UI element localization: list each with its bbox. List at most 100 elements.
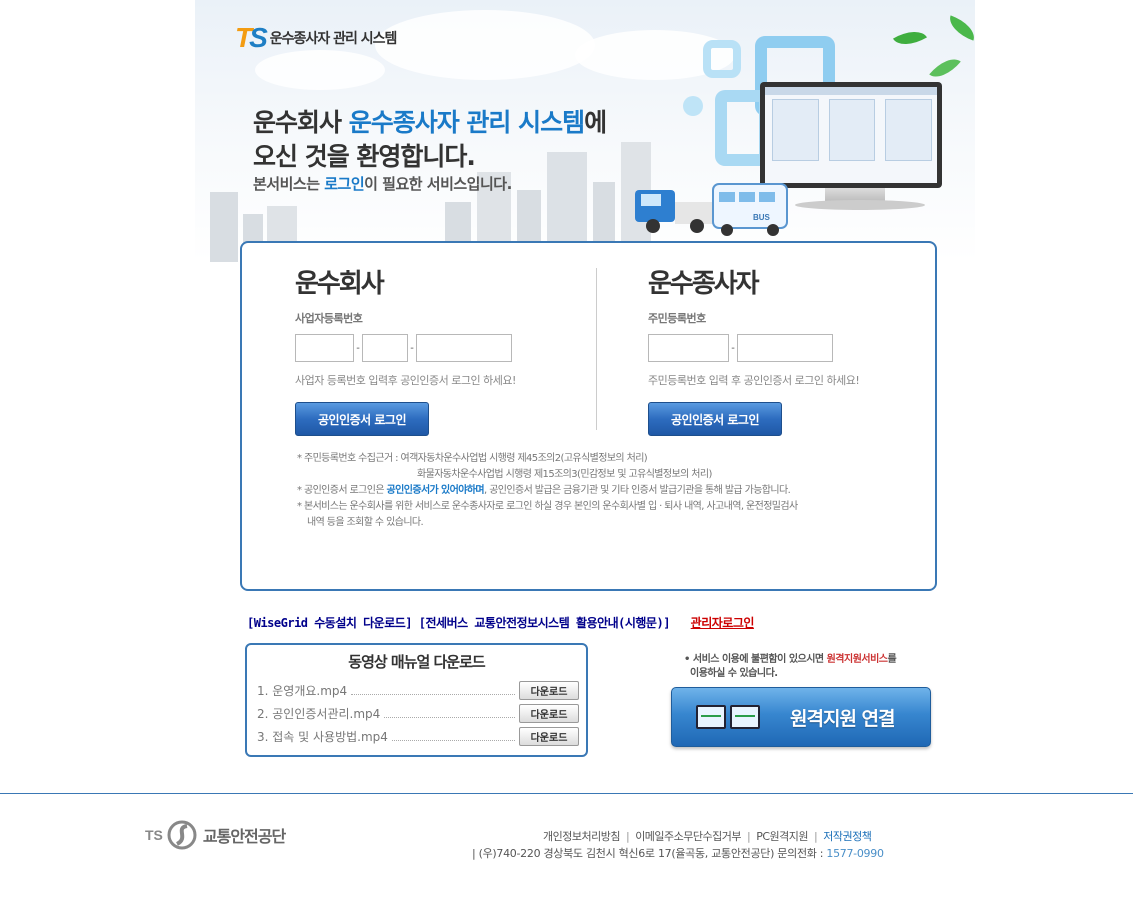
list-item: 1. 운영개요.mp4 다운로드: [257, 681, 579, 700]
business-number-part3-input[interactable]: [416, 334, 512, 362]
video-file-name: 2. 공인인증서관리.mp4: [257, 707, 381, 721]
separator: |: [814, 830, 818, 843]
remote-support-note: • 서비스 이용에 불편함이 있으시면 원격지원서비스를 이용하실 수 있습니다…: [684, 653, 897, 681]
leaf-decoration: [945, 15, 975, 41]
dotted-leader: [384, 709, 515, 718]
welcome-prefix: 운수회사: [253, 108, 349, 137]
video-manual-panel: 동영상 매뉴얼 다운로드 1. 운영개요.mp4 다운로드 2. 공인인증서관리…: [245, 643, 588, 757]
separator: |: [747, 830, 751, 843]
header-banner: BUS T S 운수종사자 관리 시스템 운수회사 운수종사자 관리 시스템에 …: [195, 0, 975, 262]
video-manual-title: 동영상 매뉴얼 다운로드: [348, 653, 485, 671]
privacy-policy-link[interactable]: 개인정보처리방침: [543, 830, 620, 843]
address-text: | (우)740-220 경상북도 김천시 혁신6로 17(율곡동, 교통안전공…: [472, 847, 827, 860]
company-title: 운수회사: [295, 269, 385, 299]
welcome-suffix: 에: [584, 108, 607, 137]
monitor-base: [795, 200, 925, 210]
wisegrid-download-link[interactable]: [WiseGrid 수동설치 다운로드]: [247, 616, 413, 630]
driver-cert-login-button[interactable]: 공인인증서 로그인: [648, 402, 782, 436]
service-suffix: 이 필요한 서비스입니다.: [364, 175, 512, 193]
dotted-leader: [351, 686, 515, 695]
footer-logo-name: 교통안전공단: [202, 827, 286, 846]
business-number-part2-input[interactable]: [362, 334, 408, 362]
logo-title: 운수종사자 관리 시스템: [269, 31, 398, 47]
monitor-icon: [696, 705, 726, 729]
login-panel: 운수회사 사업자등록번호 - - 사업자 등록번호 입력후 공인인증서 로그인 …: [240, 241, 937, 591]
dash-separator: -: [356, 342, 360, 354]
remote-note-text: • 서비스 이용에 불편함이 있으시면: [684, 654, 827, 665]
building-decoration: [210, 192, 238, 262]
square-decoration: [683, 96, 703, 116]
download-button[interactable]: 다운로드: [519, 704, 579, 723]
notice-text: , 공인인증서 발급은 금융기관 및 기타 인증서 발급기관을 통해 발급 가능…: [484, 485, 791, 496]
monitor-icon: [730, 705, 760, 729]
driver-login-section: 운수종사자 주민등록번호 - 주민등록번호 입력 후 공인인증서 로그인 하세요…: [648, 263, 860, 436]
footer-links: 개인정보처리방침 | 이메일주소무단수집거부 | PC원격지원 | 저작권정책: [543, 828, 872, 844]
company-hint: 사업자 등록번호 입력후 공인인증서 로그인 하세요!: [295, 374, 516, 387]
leaf-decoration: [929, 51, 961, 85]
footer-address: | (우)740-220 경상북도 김천시 혁신6로 17(율곡동, 교통안전공…: [472, 845, 884, 861]
notice-strong: 공인인증서가 있어야하며: [386, 485, 485, 496]
site-logo[interactable]: T S 운수종사자 관리 시스템: [235, 22, 398, 54]
welcome-heading: 운수회사 운수종사자 관리 시스템에 오신 것을 환영합니다.: [253, 106, 607, 174]
svg-text:BUS: BUS: [753, 213, 771, 222]
list-item: 2. 공인인증서관리.mp4 다운로드: [257, 704, 579, 723]
dash-separator: -: [731, 342, 735, 354]
resident-number-inputs: -: [648, 334, 859, 362]
guide-link[interactable]: [전세버스 교통안전정보시스템 활용안내(시행문)]: [419, 616, 671, 630]
driver-title: 운수종사자: [648, 269, 760, 299]
driver-hint: 주민등록번호 입력 후 공인인증서 로그인 하세요!: [648, 374, 860, 387]
cloud-decoration: [375, 10, 595, 80]
resident-number-part2-input[interactable]: [737, 334, 833, 362]
list-item: 3. 접속 및 사용방법.mp4 다운로드: [257, 727, 579, 746]
truck-bus-illustration: BUS: [635, 183, 788, 236]
download-button[interactable]: 다운로드: [519, 727, 579, 746]
remote-note-text: 를: [887, 654, 897, 665]
remote-support-button[interactable]: 원격지원 연결: [671, 687, 931, 747]
notice-line: 내역 등을 조회할 수 있습니다.: [307, 517, 424, 528]
admin-login-link[interactable]: 관리자로그인: [691, 616, 755, 630]
footer-logo-ts: TS: [145, 827, 163, 843]
service-prefix: 본서비스는: [253, 175, 325, 193]
service-notice: 본서비스는 로그인이 필요한 서비스입니다.: [253, 173, 512, 194]
notice-list: * 주민등록번호 수집근거 : 여객자동차운수사업법 시행령 제45조의2(고유…: [297, 451, 798, 531]
square-decoration: [703, 40, 741, 78]
logo-letter-s: S: [249, 22, 268, 53]
service-highlight: 로그인: [324, 175, 365, 193]
resident-number-label: 주민등록번호: [648, 312, 706, 325]
company-cert-login-button[interactable]: 공인인증서 로그인: [295, 402, 429, 436]
notice-line: * 주민등록번호 수집근거 : 여객자동차운수사업법 시행령 제45조의2(고유…: [297, 453, 648, 464]
remote-note-highlight: 원격지원서비스: [826, 654, 888, 665]
company-login-section: 운수회사 사업자등록번호 - - 사업자 등록번호 입력후 공인인증서 로그인 …: [295, 263, 516, 436]
notice-text: * 공인인증서 로그인은: [297, 485, 387, 496]
logo-letter-t: T: [235, 22, 252, 53]
download-button[interactable]: 다운로드: [519, 681, 579, 700]
email-refusal-link[interactable]: 이메일주소무단수집거부: [635, 830, 741, 843]
dash-separator: -: [410, 342, 414, 354]
dotted-leader: [391, 732, 515, 741]
leaf-decoration: [893, 23, 927, 53]
ts-emblem-icon: [167, 820, 197, 850]
notice-line: * 본서비스는 운수회사를 위한 서비스로 운수종사자로 로그인 하실 경우 본…: [297, 501, 798, 512]
video-file-name: 1. 운영개요.mp4: [257, 684, 348, 698]
video-file-name: 3. 접속 및 사용방법.mp4: [257, 730, 388, 744]
copyright-policy-link[interactable]: 저작권정책: [823, 830, 872, 843]
business-number-part1-input[interactable]: [295, 334, 354, 362]
notice-line: * 공인인증서 로그인은 공인인증서가 있어야하며, 공인인증서 발급은 금융기…: [297, 483, 798, 499]
business-number-inputs: - -: [295, 334, 516, 362]
business-number-label: 사업자등록번호: [295, 312, 363, 325]
footer-logo: TS 교통안전공단: [145, 820, 286, 850]
welcome-line2: 오신 것을 환영합니다.: [253, 142, 476, 171]
phone-number: 1577-0990: [826, 847, 884, 860]
pc-remote-support-link[interactable]: PC원격지원: [756, 830, 808, 843]
links-row: [WiseGrid 수동설치 다운로드] [전세버스 교통안전정보시스템 활용안…: [247, 614, 754, 631]
resident-number-part1-input[interactable]: [648, 334, 729, 362]
notice-line: 화물자동차운수사업법 시행령 제15조의3(민감정보 및 고유식별정보의 처리): [417, 469, 712, 480]
welcome-highlight: 운수종사자 관리 시스템: [348, 108, 585, 137]
remote-note-line2: 이용하실 수 있습니다.: [690, 668, 778, 679]
remote-support-label: 원격지원 연결: [790, 707, 895, 730]
section-divider: [596, 268, 597, 430]
cloud-decoration: [255, 50, 385, 90]
monitor-illustration: [760, 82, 942, 188]
separator: |: [625, 830, 630, 843]
footer-divider: [0, 793, 1133, 794]
